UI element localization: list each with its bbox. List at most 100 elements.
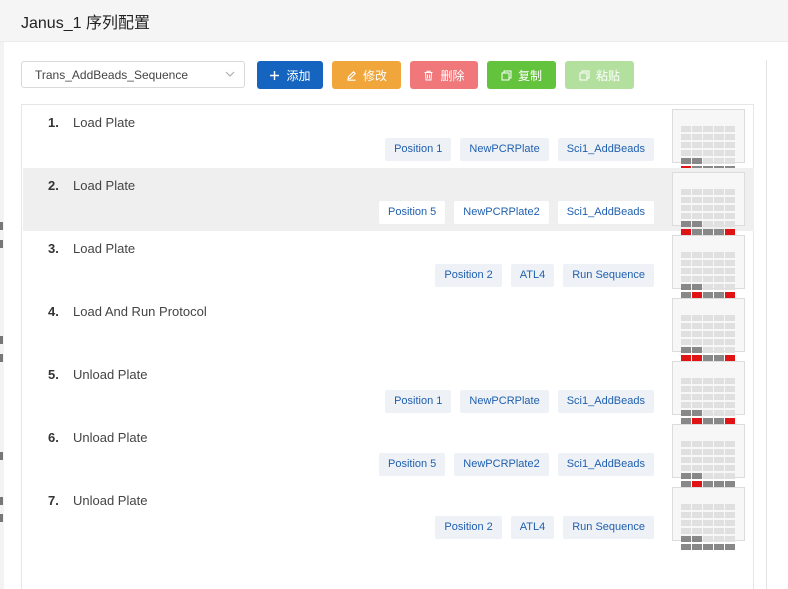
- plate-well: [692, 142, 702, 148]
- sequence-select[interactable]: Trans_AddBeads_Sequence: [21, 61, 245, 88]
- plate-well: [692, 465, 702, 471]
- plate-well: [703, 221, 713, 227]
- plate-well: [725, 520, 735, 526]
- plate-well: [714, 284, 724, 290]
- edit-button[interactable]: 修改: [332, 61, 401, 89]
- step-tags: Position 2 ATL4 Run Sequence: [426, 264, 654, 287]
- step-name: Unload Plate: [73, 367, 148, 382]
- plate-well: [714, 189, 724, 195]
- step-tag: Sci1_AddBeads: [557, 201, 654, 224]
- plate-well: [692, 402, 702, 408]
- sequence-step[interactable]: 6. Unload Plate Position 5 NewPCRPlate2 …: [23, 420, 754, 487]
- page-title: Janus_1 序列配置: [21, 15, 150, 32]
- plate-well: [692, 449, 702, 455]
- plate-well: [703, 323, 713, 329]
- sequence-step[interactable]: 7. Unload Plate Position 2 ATL4 Run Sequ…: [23, 483, 754, 550]
- plate-well: [725, 213, 735, 219]
- plate-well: [703, 150, 713, 156]
- plate-well: [714, 457, 724, 463]
- plate-well: [714, 394, 724, 400]
- step-tag: Position 5: [378, 453, 446, 476]
- plate-well: [681, 465, 691, 471]
- add-button-label: 添加: [286, 68, 311, 83]
- step-number: 1.: [48, 115, 59, 130]
- plate-well: [714, 441, 724, 447]
- plate-well: [703, 410, 713, 416]
- plate-well: [714, 221, 724, 227]
- plate-well: [681, 536, 691, 542]
- plate-well: [714, 205, 724, 211]
- plate-well: [692, 512, 702, 518]
- delete-button[interactable]: 删除: [410, 61, 478, 89]
- plate-well: [703, 252, 713, 258]
- plate-well: [714, 512, 724, 518]
- plate-well: [681, 331, 691, 337]
- plate-well: [703, 441, 713, 447]
- plate-well: [725, 197, 735, 203]
- plate-well: [692, 410, 702, 416]
- step-name: Load Plate: [73, 178, 136, 193]
- plate-well: [692, 544, 702, 550]
- plate-well: [681, 504, 691, 510]
- plate-well: [714, 449, 724, 455]
- sequence-step[interactable]: 1. Load Plate Position 1 NewPCRPlate Sci…: [23, 105, 754, 172]
- trash-icon: [423, 70, 434, 81]
- plate-well: [692, 378, 702, 384]
- plate-well: [725, 260, 735, 266]
- plate-well: [692, 134, 702, 140]
- plate-thumbnail: [672, 235, 745, 298]
- plate-well: [714, 331, 724, 337]
- plate-well: [714, 126, 724, 132]
- plate-well: [703, 347, 713, 353]
- sequence-select-value: Trans_AddBeads_Sequence: [35, 68, 188, 82]
- plate-well: [725, 465, 735, 471]
- plate-well: [681, 339, 691, 345]
- step-tag: Sci1_AddBeads: [557, 453, 654, 476]
- plate-well: [681, 213, 691, 219]
- plate-well: [703, 158, 713, 164]
- plate-well: [703, 536, 713, 542]
- step-tags: Position 1 NewPCRPlate Sci1_AddBeads: [376, 390, 654, 413]
- plate-well: [681, 544, 691, 550]
- copy-button[interactable]: 复制: [487, 61, 556, 89]
- plate-thumbnail: [672, 109, 745, 172]
- sequence-step[interactable]: 3. Load Plate Position 2 ATL4 Run Sequen…: [23, 231, 754, 298]
- plate-well: [703, 465, 713, 471]
- add-button[interactable]: 添加: [257, 61, 323, 89]
- plate-well: [725, 205, 735, 211]
- plate-well: [681, 378, 691, 384]
- edge-mark: [0, 336, 3, 344]
- step-tag: Position 2: [435, 516, 502, 539]
- plate-well: [681, 528, 691, 534]
- step-tags: Position 5 NewPCRPlate2 Sci1_AddBeads: [370, 201, 654, 224]
- plate-well: [681, 347, 691, 353]
- sequence-step[interactable]: 2. Load Plate Position 5 NewPCRPlate2 Sc…: [23, 168, 754, 235]
- plate-well: [725, 134, 735, 140]
- plate-well: [725, 457, 735, 463]
- plate-well: [714, 315, 724, 321]
- plate-well: [725, 528, 735, 534]
- plate-well: [681, 189, 691, 195]
- plate-well: [725, 544, 735, 550]
- sequence-step[interactable]: 5. Unload Plate Position 1 NewPCRPlate S…: [23, 357, 754, 424]
- edge-mark: [0, 514, 3, 522]
- plate-thumbnail: [672, 424, 745, 487]
- plate-well: [692, 536, 702, 542]
- plate-well: [681, 473, 691, 479]
- plate-well: [714, 268, 724, 274]
- paste-button[interactable]: 粘贴: [565, 61, 634, 89]
- plate-well: [703, 394, 713, 400]
- sequence-step-list: 1. Load Plate Position 1 NewPCRPlate Sci…: [21, 104, 754, 589]
- edge-mark: [0, 452, 3, 460]
- sequence-step[interactable]: 4. Load And Run Protocol: [23, 294, 754, 361]
- plate-well: [703, 386, 713, 392]
- plate-well: [725, 410, 735, 416]
- plate-well: [703, 213, 713, 219]
- plate-well: [692, 213, 702, 219]
- plate-well: [714, 134, 724, 140]
- edge-mark: [0, 222, 3, 230]
- plate-well: [681, 142, 691, 148]
- plate-well: [692, 339, 702, 345]
- plate-well: [703, 331, 713, 337]
- step-tag: Sci1_AddBeads: [557, 390, 654, 413]
